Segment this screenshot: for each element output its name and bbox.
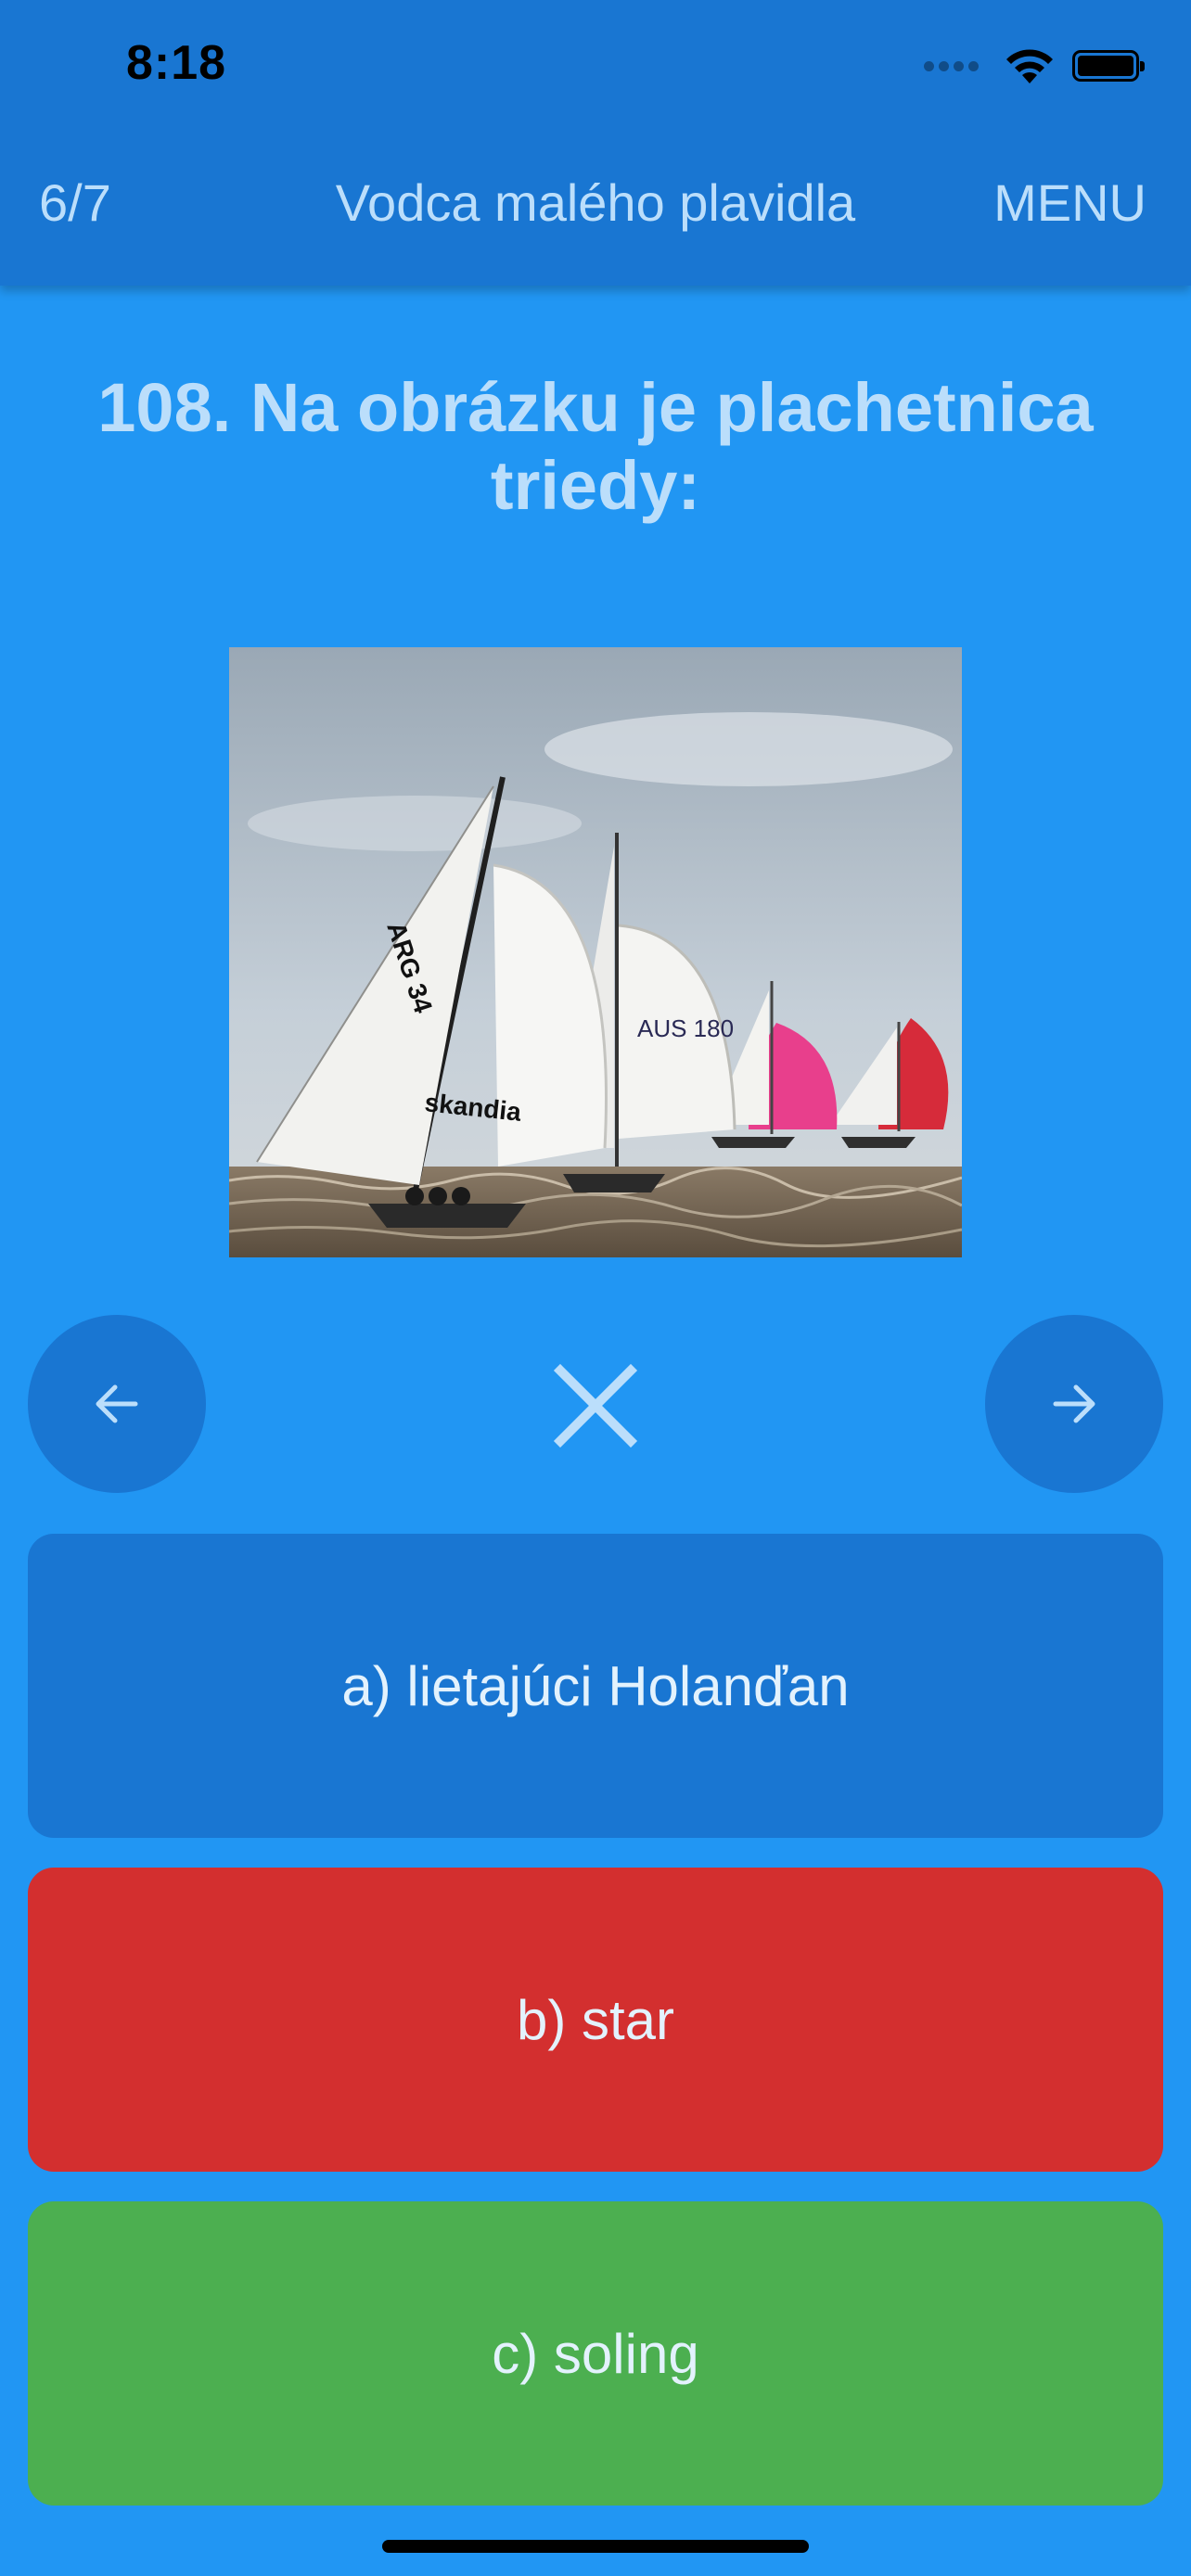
sail-number-aus: AUS 180 bbox=[637, 1014, 734, 1042]
battery-icon bbox=[1072, 50, 1145, 82]
top-bar: 8:18 6/7 Vodca malého plavidla MENU bbox=[0, 0, 1191, 286]
next-question-button[interactable] bbox=[985, 1315, 1163, 1493]
menu-button[interactable]: MENU bbox=[993, 172, 1146, 233]
wifi-icon bbox=[1006, 49, 1053, 83]
cellular-signal-icon bbox=[924, 60, 983, 71]
home-indicator[interactable] bbox=[382, 2540, 809, 2553]
sailboat-photo: AUS 180 skandia ARG 34 bbox=[229, 647, 962, 1257]
previous-question-button[interactable] bbox=[28, 1315, 206, 1493]
answer-option-a[interactable]: a) lietajúci Holanďan bbox=[28, 1534, 1163, 1838]
app-header: 6/7 Vodca malého plavidla MENU bbox=[0, 139, 1191, 269]
arrow-right-icon bbox=[1053, 1384, 1095, 1423]
status-time: 8:18 bbox=[126, 36, 227, 90]
answer-option-b[interactable]: b) star bbox=[28, 1868, 1163, 2172]
answer-option-c[interactable]: c) soling bbox=[28, 2201, 1163, 2506]
arrow-left-icon bbox=[96, 1384, 138, 1423]
question-image: AUS 180 skandia ARG 34 bbox=[229, 647, 962, 1257]
status-icons bbox=[924, 46, 1145, 85]
question-text: 108. Na obrázku je plachetnica triedy: bbox=[97, 369, 1094, 524]
close-icon bbox=[553, 1363, 638, 1448]
